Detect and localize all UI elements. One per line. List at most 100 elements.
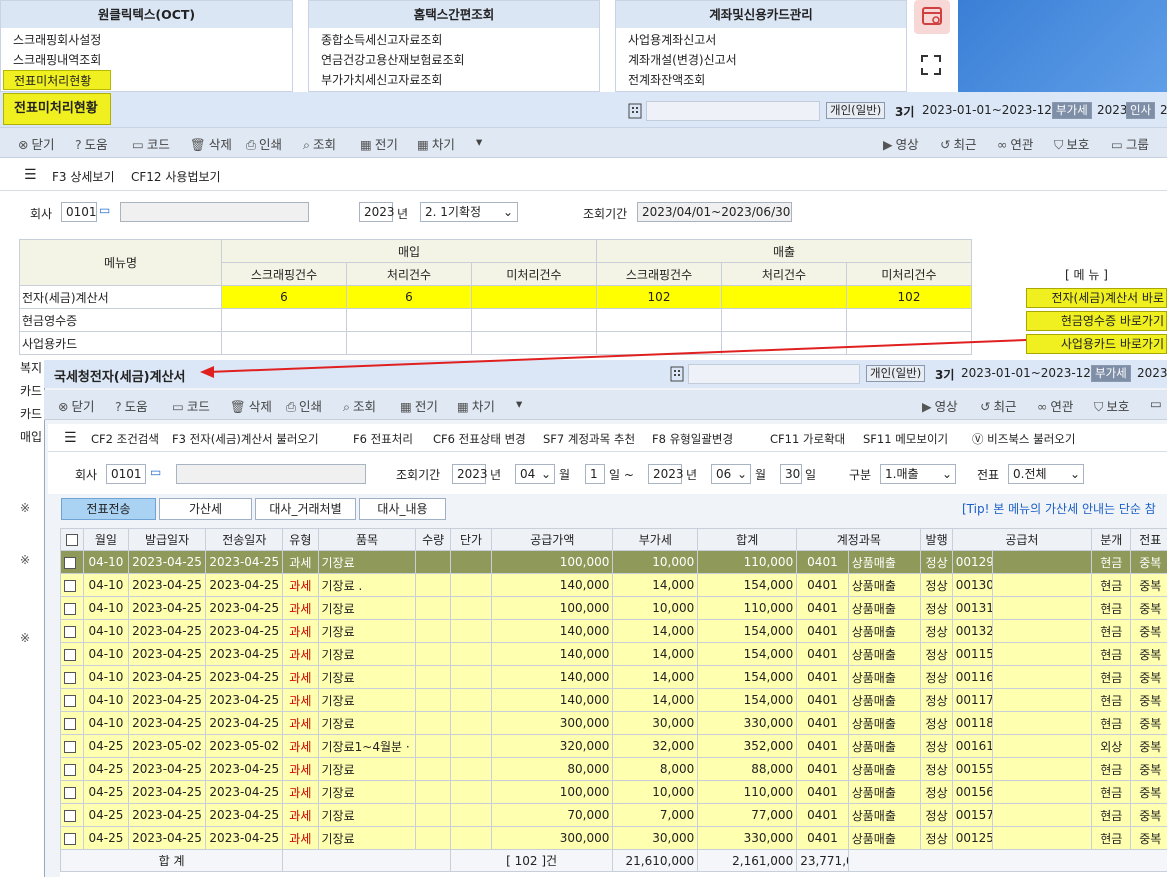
row-checkbox[interactable] — [60, 596, 85, 620]
col-header[interactable]: 단가 — [449, 528, 493, 551]
etax-shortcut-button[interactable]: 전자(세금)계산서 바로 — [1026, 288, 1167, 308]
print-button[interactable]: ⎙ 인쇄 — [286, 396, 322, 415]
related-button[interactable]: ∞ 연관 — [1037, 396, 1073, 415]
recent-button[interactable]: ↺ 최근 — [980, 396, 1017, 415]
col-header[interactable]: 전송일자 — [205, 528, 284, 551]
from-month-select[interactable]: 04 ⌄ — [515, 464, 555, 484]
menu-item-scraping-company[interactable]: 스크래핑회사설정 — [1, 30, 292, 50]
search-button[interactable]: ⌕ 조회 — [303, 134, 336, 153]
fullscreen-icon[interactable] — [920, 54, 942, 79]
cf6-status-button[interactable]: CF6 전표상태 변경 — [433, 431, 526, 447]
group-button[interactable]: ▭ 그룹 — [1111, 134, 1149, 153]
row-checkbox[interactable] — [60, 688, 85, 712]
kind-select[interactable]: 1.매출 ⌄ — [880, 464, 956, 484]
recent-button[interactable]: ↺ 최근 — [940, 134, 977, 153]
menu-item-balance[interactable]: 전계좌잔액조회 — [616, 70, 906, 90]
row-checkbox[interactable] — [60, 734, 85, 758]
to-day-input[interactable]: 30 — [780, 464, 802, 484]
hamburger-icon[interactable]: ☰ — [64, 430, 77, 446]
table-row[interactable]: 전자(세금)계산서 6 6 102 102 — [19, 285, 972, 309]
menu-item-income-tax[interactable]: 종합소득세신고자료조회 — [309, 30, 599, 50]
col-header[interactable]: 월일 — [83, 528, 129, 551]
tab-penalty[interactable]: 가산세 — [159, 498, 252, 520]
row-checkbox[interactable] — [60, 803, 85, 827]
year-input[interactable]: 2023 — [359, 202, 395, 222]
table-row[interactable]: 04-25 2023-04-25 2023-04-25 과세 기장료 80,000 8,00… — [60, 757, 1167, 781]
table-row[interactable]: 04-10 2023-04-25 2023-04-25 과세 기장료 100,000 10,… — [60, 550, 1167, 574]
related-button[interactable]: ∞ 연관 — [997, 134, 1033, 153]
tab-reconcile-content[interactable]: 대사_내용 — [359, 498, 446, 520]
company-code-input[interactable]: 0101 — [61, 202, 97, 222]
company-code-input[interactable]: 0101 — [106, 464, 146, 484]
print-button[interactable]: ⎙ 인쇄 — [246, 134, 282, 153]
to-year-input[interactable]: 2023 — [648, 464, 684, 484]
menu-item-vat-data[interactable]: 부가가치세신고자료조회 — [309, 70, 599, 90]
col-header[interactable]: 발행 — [920, 528, 953, 551]
f6-slip-button[interactable]: F6 전표처리 — [353, 431, 413, 447]
help-button[interactable]: ? 도움 — [75, 134, 108, 153]
screen-capture-icon[interactable] — [914, 0, 950, 34]
help-button[interactable]: ? 도움 — [115, 396, 148, 415]
cf12-help-button[interactable]: CF12 사용법보기 — [131, 168, 221, 185]
tab-reconcile-vendor[interactable]: 대사_거래처별 — [255, 498, 356, 520]
more-dropdown-icon[interactable]: ▾ — [516, 396, 522, 411]
table-row[interactable]: 04-10 2023-04-25 2023-04-25 과세 기장료 100,000 10,… — [60, 596, 1167, 620]
col-header[interactable]: 유형 — [282, 528, 319, 551]
col-header[interactable]: 발급일자 — [127, 528, 207, 551]
table-row[interactable]: 04-25 2023-04-25 2023-04-25 과세 기장료 70,000 7,00… — [60, 803, 1167, 827]
delete-button[interactable]: 🗑 삭제 — [190, 134, 232, 153]
row-checkbox[interactable] — [60, 826, 85, 850]
f3-load-button[interactable]: F3 전자(세금)계산서 불러오기 — [172, 431, 319, 447]
to-month-select[interactable]: 06 ⌄ — [711, 464, 751, 484]
protect-button[interactable]: ⛉ 보호 — [1054, 134, 1089, 153]
row-checkbox[interactable] — [60, 780, 85, 804]
table-row[interactable]: 04-10 2023-04-25 2023-04-25 과세 기장료 . 140,000 1… — [60, 573, 1167, 597]
more-dropdown-icon[interactable]: ▾ — [476, 134, 482, 149]
col-header[interactable]: 품목 — [317, 528, 417, 551]
row-checkbox[interactable] — [60, 665, 85, 689]
prev-period-button[interactable]: ▦ 전기 — [400, 396, 438, 415]
table-row[interactable]: 현금영수증 — [19, 308, 972, 332]
row-checkbox[interactable] — [60, 711, 85, 735]
f8-bulk-button[interactable]: F8 유형일괄변경 — [652, 431, 733, 447]
table-row[interactable]: 04-25 2023-05-02 2023-05-02 과세 기장료1~4월분 · 320… — [60, 734, 1167, 758]
close-button[interactable]: ⊗ 닫기 — [18, 134, 55, 153]
search-button[interactable]: ⌕ 조회 — [343, 396, 376, 415]
code-button[interactable]: ▭ 코드 — [132, 134, 170, 153]
select-all-checkbox[interactable] — [60, 528, 85, 551]
next-period-button[interactable]: ▦ 차기 — [457, 396, 495, 415]
row-checkbox[interactable] — [60, 573, 85, 597]
cf2-search-button[interactable]: CF2 조건검색 — [91, 431, 159, 447]
next-period-button[interactable]: ▦ 차기 — [417, 134, 455, 153]
col-header[interactable]: 수량 — [415, 528, 451, 551]
business-card-shortcut-button[interactable]: 사업용카드 바로가기 — [1026, 334, 1167, 354]
hamburger-icon[interactable]: ☰ — [24, 167, 37, 183]
row-checkbox[interactable] — [60, 619, 85, 643]
prev-period-button[interactable]: ▦ 전기 — [360, 134, 398, 153]
video-button[interactable]: ▶ 영상 — [883, 134, 919, 153]
menu-item-scraping-history[interactable]: 스크래핑내역조회 — [1, 50, 292, 70]
table-row[interactable]: 04-10 2023-04-25 2023-04-25 과세 기장료 140,000 14,… — [60, 688, 1167, 712]
table-row[interactable]: 04-10 2023-04-25 2023-04-25 과세 기장료 140,000 14,… — [60, 642, 1167, 666]
bizbooks-button[interactable]: Ⓥ 비즈북스 불러오기 — [972, 431, 1075, 447]
sf7-account-button[interactable]: SF7 계정과목 추천 — [543, 431, 635, 447]
table-row[interactable]: 04-10 2023-04-25 2023-04-25 과세 기장료 300,000 30,… — [60, 711, 1167, 735]
close-button[interactable]: ⊗ 닫기 — [58, 396, 95, 415]
menu-item-business-account[interactable]: 사업용계좌신고서 — [616, 30, 906, 50]
cash-receipt-shortcut-button[interactable]: 현금영수증 바로가기 — [1026, 311, 1167, 331]
row-checkbox[interactable] — [60, 550, 85, 574]
company-search-icon[interactable]: ▭ — [99, 203, 110, 217]
delete-button[interactable]: 🗑 삭제 — [230, 396, 272, 415]
row-checkbox[interactable] — [60, 642, 85, 666]
f3-detail-button[interactable]: F3 상세보기 — [52, 168, 115, 185]
col-header[interactable]: 공급처 — [951, 528, 1093, 551]
table-row[interactable]: 04-25 2023-04-25 2023-04-25 과세 기장료 100,000 10,… — [60, 780, 1167, 804]
video-button[interactable]: ▶ 영상 — [922, 396, 958, 415]
menu-item-unprocessed-slips[interactable]: 전표미처리현황 — [3, 70, 111, 90]
quarter-select[interactable]: 2. 1기확정 ⌄ — [420, 202, 518, 222]
menu-item-insurance[interactable]: 연금건강고용산재보험료조회 — [309, 50, 599, 70]
cf11-expand-button[interactable]: CF11 가로확대 — [770, 431, 845, 447]
table-row[interactable]: 04-25 2023-04-25 2023-04-25 과세 기장료 300,000 30,… — [60, 826, 1167, 850]
col-header[interactable]: 분개 — [1091, 528, 1132, 551]
col-header[interactable]: 공급가액 — [491, 528, 614, 551]
